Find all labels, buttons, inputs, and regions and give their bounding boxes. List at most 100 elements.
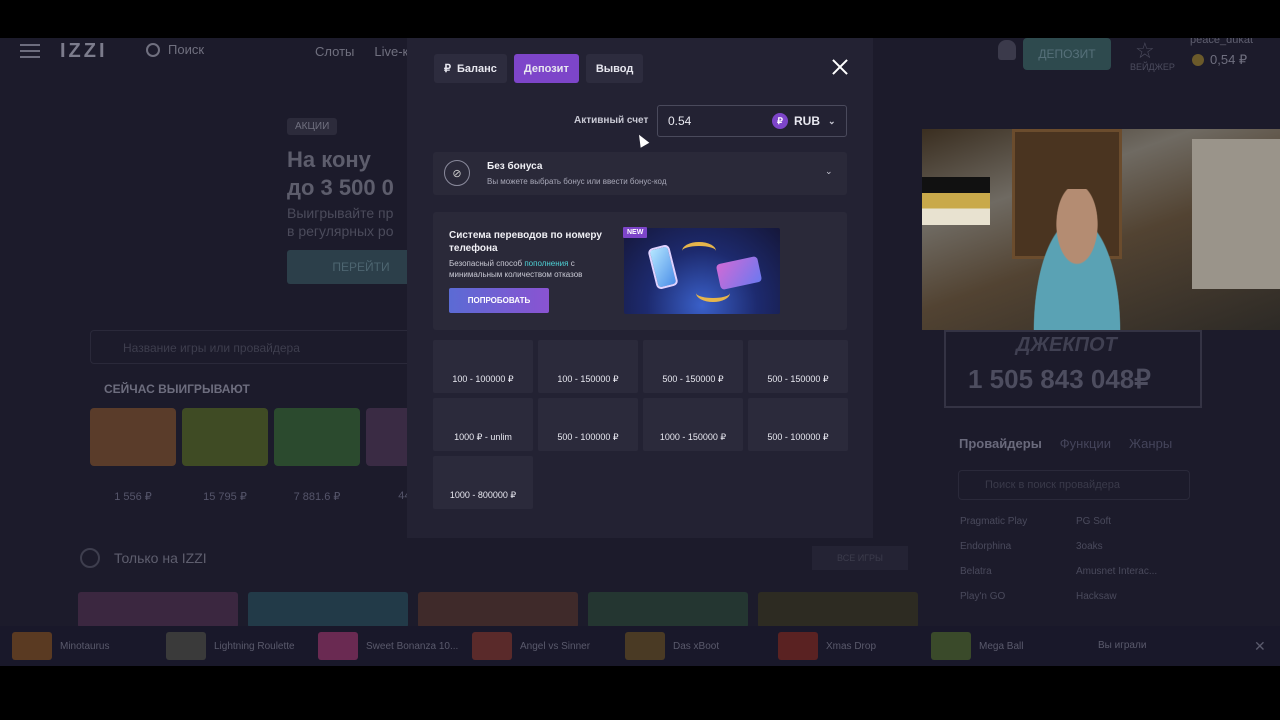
promo-desc-part: Безопасный способ	[449, 259, 525, 268]
site-logo[interactable]: IZZI	[60, 40, 108, 63]
streamer-image	[1022, 189, 1132, 330]
bell-icon[interactable]	[998, 40, 1016, 60]
recent-game[interactable]: Xmas Drop	[778, 632, 876, 660]
jackpot-title: ДЖЕКПОТ	[1016, 334, 1117, 356]
provider-item[interactable]: 3oaks	[1076, 541, 1192, 552]
bonus-select[interactable]: ⊘ Без бонуса Вы можете выбрать бонус или…	[433, 152, 847, 195]
app-frame: IZZI Поиск Слоты Live-к ДЕПОЗИТ ☆ ВЕЙДЖЕ…	[0, 38, 1280, 666]
promo-desc-highlight: пополнения	[524, 259, 569, 268]
game-thumb[interactable]	[90, 408, 176, 466]
promo-title-line1: На кону	[287, 147, 371, 172]
payment-method[interactable]: 500 - 100000 ₽	[538, 398, 638, 451]
winning-value: 15 795 ₽	[203, 491, 247, 503]
payment-method[interactable]: 500 - 150000 ₽	[643, 340, 743, 393]
try-button[interactable]: ПОПРОБОВАТЬ	[449, 288, 549, 313]
promo-subtitle: Выигрывайте пр в регулярных ро	[287, 204, 394, 240]
only-izzi-title: Только на IZZI	[114, 550, 207, 566]
menu-icon[interactable]	[20, 44, 40, 58]
played-label[interactable]: Вы играли	[1098, 640, 1146, 651]
provider-search-input[interactable]: Поиск в поиск провайдера	[958, 470, 1190, 500]
header-deposit-button[interactable]: ДЕПОЗИТ	[1023, 38, 1111, 70]
provider-item[interactable]: Play'n GO	[960, 591, 1076, 602]
method-range: 500 - 100000 ₽	[557, 432, 619, 442]
header-balance-value: 0,54 ₽	[1210, 52, 1248, 67]
method-range: 500 - 100000 ₽	[767, 432, 829, 442]
account-select[interactable]: 0.54 ₽ RUB ⌄	[657, 105, 847, 137]
tab-withdraw[interactable]: Вывод	[585, 54, 644, 83]
payment-method[interactable]: 1000 ₽ - unlim	[433, 398, 533, 451]
provider-item[interactable]: Amusnet Interac...	[1076, 566, 1192, 577]
site-search-label: Поиск	[168, 42, 205, 57]
recent-game-label: Sweet Bonanza 10...	[366, 640, 459, 652]
game-card[interactable]	[78, 592, 238, 628]
recent-game[interactable]: Mega Ball	[931, 632, 1023, 660]
recent-game-label: Xmas Drop	[826, 640, 877, 652]
phone-icon	[647, 243, 679, 291]
jackpot-value: 1 505 843 048₽	[968, 364, 1151, 394]
flag-image	[922, 177, 990, 225]
tab-balance-label: Баланс	[457, 62, 497, 75]
tab-deposit[interactable]: Депозит	[513, 54, 579, 83]
game-card[interactable]	[418, 592, 578, 628]
game-thumb	[625, 632, 665, 660]
currency-select[interactable]: ₽ RUB ⌄	[772, 113, 836, 129]
new-badge: NEW	[623, 227, 648, 238]
recent-game[interactable]: Minotaurus	[12, 632, 109, 660]
method-range: 1000 ₽ - unlim	[454, 432, 512, 442]
provider-tabs: Провайдеры Функции Жанры	[959, 436, 1172, 451]
header-balance[interactable]: 0,54 ₽	[1192, 52, 1247, 68]
provider-item[interactable]: Hacksaw	[1076, 591, 1192, 602]
username[interactable]: peace_dukat	[1190, 38, 1253, 46]
game-card[interactable]	[248, 592, 408, 628]
game-thumb[interactable]	[274, 408, 360, 466]
recent-game-label: Lightning Roulette	[214, 640, 295, 652]
game-search-input[interactable]: Название игры или провайдера	[90, 330, 420, 364]
wager-label: ВЕЙДЖЕР	[1130, 62, 1175, 72]
star-icon[interactable]: ☆	[1135, 38, 1155, 64]
promo-sub-line1: Выигрывайте пр	[287, 205, 394, 221]
tab-providers[interactable]: Провайдеры	[959, 436, 1042, 451]
promo-illustration	[624, 228, 780, 314]
payment-method[interactable]: 500 - 150000 ₽	[748, 340, 848, 393]
payment-method[interactable]: 100 - 100000 ₽	[433, 340, 533, 393]
provider-item[interactable]: Endorphina	[960, 541, 1076, 552]
recent-game[interactable]: Lightning Roulette	[166, 632, 295, 660]
method-range: 100 - 100000 ₽	[452, 374, 514, 384]
account-value: 0.54	[668, 114, 692, 128]
close-icon[interactable]	[831, 58, 849, 76]
nav-slots[interactable]: Слоты	[315, 44, 354, 59]
payment-method[interactable]: 1000 - 150000 ₽	[643, 398, 743, 451]
payment-method[interactable]: 500 - 100000 ₽	[748, 398, 848, 451]
winning-thumbs	[90, 408, 452, 466]
close-icon[interactable]: ✕	[1254, 638, 1266, 655]
tab-features[interactable]: Функции	[1060, 436, 1111, 451]
game-thumb[interactable]	[182, 408, 268, 466]
all-games-button[interactable]: ВСЕ ИГРЫ	[812, 546, 908, 570]
game-card[interactable]	[588, 592, 748, 628]
recent-game[interactable]: Das xBoot	[625, 632, 719, 660]
provider-item[interactable]: PG Soft	[1076, 516, 1192, 527]
coin-icon	[1192, 54, 1204, 66]
modal-tabs: ₽ Баланс Депозит Вывод	[434, 54, 644, 83]
nav-live[interactable]: Live-к	[374, 44, 408, 59]
recent-game[interactable]: Angel vs Sinner	[472, 632, 590, 660]
card-icon	[715, 255, 763, 291]
tab-balance[interactable]: ₽ Баланс	[434, 54, 507, 83]
tab-genres[interactable]: Жанры	[1129, 436, 1172, 451]
wallet-modal: ₽ Баланс Депозит Вывод Активный счет 0.5…	[407, 38, 873, 538]
active-account-label: Активный счет	[574, 115, 649, 126]
only-izzi-section: Только на IZZI	[80, 548, 207, 568]
game-card[interactable]	[758, 592, 918, 628]
promo-title-line2: до 3 500 0	[287, 175, 394, 200]
recent-game[interactable]: Sweet Bonanza 10...	[318, 632, 458, 660]
site-search[interactable]: Поиск	[146, 42, 204, 57]
promo-sub-line2: в регулярных ро	[287, 223, 394, 239]
method-range: 100 - 150000 ₽	[557, 374, 619, 384]
promo-title: На кону до 3 500 0	[287, 146, 394, 202]
payment-method[interactable]: 100 - 150000 ₽	[538, 340, 638, 393]
no-bonus-icon: ⊘	[444, 160, 470, 186]
provider-item[interactable]: Pragmatic Play	[960, 516, 1076, 527]
only-izzi-games	[78, 592, 918, 628]
payment-method[interactable]: 1000 - 800000 ₽	[433, 456, 533, 509]
provider-item[interactable]: Belatra	[960, 566, 1076, 577]
